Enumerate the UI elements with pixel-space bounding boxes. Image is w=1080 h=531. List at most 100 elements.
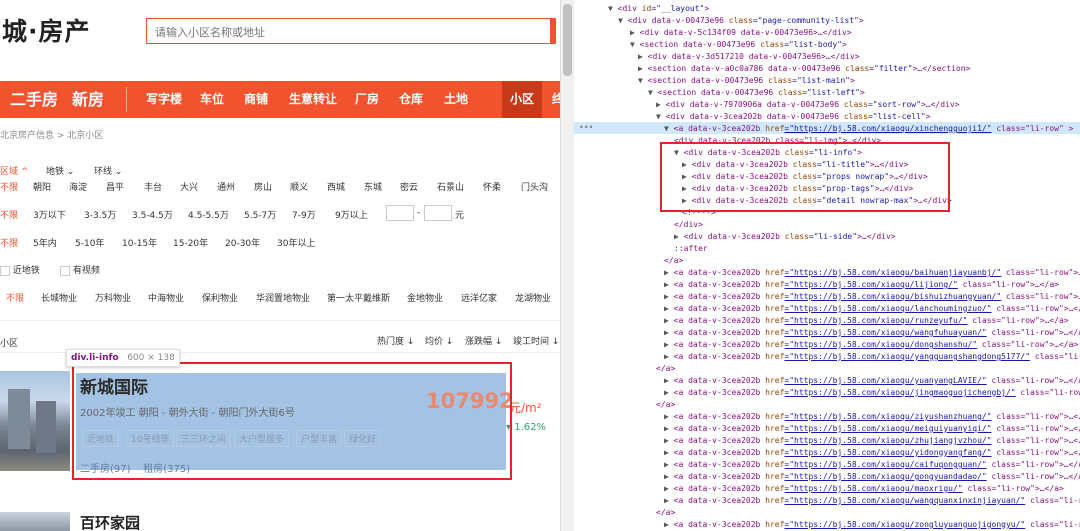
- filter-option[interactable]: 昌平: [106, 180, 124, 193]
- filter-option[interactable]: 5年内: [33, 236, 57, 249]
- nav-item-xiezilou[interactable]: 写字楼: [146, 81, 182, 118]
- filter-option[interactable]: 通州: [217, 180, 235, 193]
- filter-option[interactable]: 5.5-7万: [244, 208, 276, 221]
- filter-option[interactable]: 10-15年: [122, 236, 157, 249]
- dom-node-line[interactable]: </a>: [656, 507, 675, 519]
- dom-node-line[interactable]: ▼ <section data-v-00473e96 class="list-m…: [638, 75, 855, 87]
- dom-node-line[interactable]: ▶ <a data-v-3cea202b href="https://bj.58…: [664, 411, 1080, 423]
- dom-node-line[interactable]: ▶ <section data-v-a0c0a786 data-v-00473e…: [638, 63, 970, 75]
- filter-option[interactable]: 龙湖物业: [515, 291, 551, 304]
- breadcrumb[interactable]: 北京房产信息 > 北京小区: [0, 128, 103, 141]
- filter-option[interactable]: 20-30年: [225, 236, 260, 249]
- dom-node-line[interactable]: ▼ <section data-v-00473e96 class="list-l…: [648, 87, 865, 99]
- filter-option[interactable]: 西城: [327, 180, 345, 193]
- nav-item-tudi[interactable]: 土地: [444, 81, 468, 118]
- dom-node-line[interactable]: ▶ <a data-v-3cea202b href="https://bj.58…: [664, 315, 1069, 327]
- dom-node-line[interactable]: ▶ <a data-v-3cea202b href="https://bj.58…: [664, 291, 1080, 303]
- dom-node-line[interactable]: ▶ <a data-v-3cea202b href="https://bj.58…: [664, 387, 1080, 399]
- dom-node-line[interactable]: ▶ <a data-v-3cea202b href="https://bj.58…: [664, 435, 1080, 447]
- filter-option[interactable]: 不限: [0, 208, 18, 221]
- community-title-2[interactable]: 百环家园: [80, 512, 140, 531]
- dom-node-line[interactable]: </div>: [674, 219, 703, 231]
- filter-option[interactable]: 7-9万: [292, 208, 316, 221]
- filter-option[interactable]: 怀柔: [483, 180, 501, 193]
- ellipsis-icon[interactable]: •••: [579, 123, 593, 132]
- dom-node-line[interactable]: ▶ <a data-v-3cea202b href="https://bj.58…: [664, 303, 1080, 315]
- nav-item-shangpu[interactable]: 商铺: [244, 81, 268, 118]
- dom-node-line[interactable]: ▶ <a data-v-3cea202b href="https://bj.58…: [664, 519, 1080, 531]
- nav-item-xinfang[interactable]: 新房: [72, 81, 104, 118]
- video-checkbox[interactable]: 有视频: [60, 263, 100, 276]
- dom-node-line[interactable]: ▶ <a data-v-3cea202b href="https://bj.58…: [664, 423, 1080, 435]
- dom-node-line[interactable]: ▶ <a data-v-3cea202b href="https://bj.58…: [664, 339, 1078, 351]
- filter-option[interactable]: 3-3.5万: [84, 208, 116, 221]
- dom-node-line[interactable]: ▼ <div data-v-3cea202b data-v-00473e96 c…: [656, 111, 931, 123]
- dom-node-line[interactable]: </a>: [656, 399, 675, 411]
- nav-item-xiaoqu-active[interactable]: 小区: [502, 81, 542, 118]
- dom-node-line[interactable]: ▶ <a data-v-3cea202b href="https://bj.58…: [664, 327, 1080, 339]
- nav-item-changfang[interactable]: 厂房: [355, 81, 379, 118]
- filter-option[interactable]: 顺义: [290, 180, 308, 193]
- filter-option[interactable]: 中海物业: [148, 291, 184, 304]
- filter-option[interactable]: 石景山: [437, 180, 464, 193]
- subway-checkbox[interactable]: 近地铁: [0, 263, 40, 276]
- dom-node-line[interactable]: ▼ <div id="__layout">: [608, 3, 709, 15]
- dom-node-line[interactable]: ::after: [674, 243, 708, 255]
- filter-option[interactable]: 房山: [254, 180, 272, 193]
- nav-item-cut[interactable]: 终: [552, 81, 560, 118]
- dom-node-line[interactable]: ▶ <a data-v-3cea202b href="https://bj.58…: [664, 483, 1064, 495]
- filter-option[interactable]: 华润置地物业: [256, 291, 310, 304]
- nav-item-chewei[interactable]: 车位: [200, 81, 224, 118]
- filter-option[interactable]: 门头沟: [521, 180, 548, 193]
- search-button[interactable]: [550, 18, 556, 44]
- filter-option[interactable]: 3万以下: [33, 208, 66, 221]
- filter-option[interactable]: 9万以上: [335, 208, 368, 221]
- site-logo[interactable]: 城·房产: [2, 12, 91, 48]
- search-input[interactable]: [153, 20, 537, 44]
- filter-option[interactable]: 不限: [0, 180, 18, 193]
- dom-node-line[interactable]: ▶ <div data-v-5c134f09 data-v-00473e96>……: [630, 27, 852, 39]
- community-photo[interactable]: [0, 371, 70, 471]
- dom-node-line[interactable]: ▶ <a data-v-3cea202b href="https://bj.58…: [664, 495, 1080, 507]
- filter-option[interactable]: 东城: [364, 180, 382, 193]
- filter-option[interactable]: 不限: [6, 291, 24, 304]
- dom-node-line[interactable]: ▶ <div data-v-3d517210 data-v-00473e96>……: [638, 51, 860, 63]
- scrollbar-thumb[interactable]: [563, 4, 572, 76]
- filter-option[interactable]: 大兴: [180, 180, 198, 193]
- filter-option[interactable]: 15-20年: [173, 236, 208, 249]
- filter-option[interactable]: 金地物业: [407, 291, 443, 304]
- filter-option[interactable]: 不限: [0, 236, 18, 249]
- dom-node-line[interactable]: ▶ <a data-v-3cea202b href="https://bj.58…: [664, 459, 1080, 471]
- dom-node-line[interactable]: ▼ <a data-v-3cea202b href="https://bj.58…: [664, 123, 1073, 135]
- filter-option[interactable]: 海淀: [69, 180, 87, 193]
- dom-node-line[interactable]: </a>: [664, 255, 683, 267]
- price-max-input[interactable]: [424, 205, 452, 221]
- filter-option[interactable]: 5-10年: [75, 236, 104, 249]
- filter-option[interactable]: 3.5-4.5万: [132, 208, 173, 221]
- sort-hot[interactable]: 热门度 ↓: [377, 334, 414, 347]
- sort-price[interactable]: 均价 ↓: [425, 334, 453, 347]
- dom-node-line[interactable]: ▶ <a data-v-3cea202b href="https://bj.58…: [664, 267, 1080, 279]
- nav-item-ershoufang[interactable]: 二手房: [10, 81, 58, 118]
- filter-option[interactable]: 4.5-5.5万: [188, 208, 229, 221]
- dom-node-line[interactable]: ▶ <a data-v-3cea202b href="https://bj.58…: [664, 375, 1080, 387]
- filter-option[interactable]: 长城物业: [41, 291, 77, 304]
- nav-item-shengyi[interactable]: 生意转让: [289, 81, 337, 118]
- filter-option[interactable]: 30年以上: [277, 236, 315, 249]
- dom-node-line[interactable]: ▶ <a data-v-3cea202b href="https://bj.58…: [664, 471, 1080, 483]
- tab-ditie[interactable]: 地铁 ⌄: [46, 164, 74, 177]
- dom-node-line[interactable]: ▶ <div data-v-3cea202b class="li-side">……: [674, 231, 896, 243]
- dom-node-line[interactable]: ▼ <section data-v-00473e96 class="list-b…: [630, 39, 847, 51]
- filter-option[interactable]: 保利物业: [202, 291, 238, 304]
- dom-node-line[interactable]: </a>: [656, 363, 675, 375]
- dom-node-line[interactable]: ▼ <div data-v-00473e96 class="page-commu…: [618, 15, 864, 27]
- filter-option[interactable]: 远洋亿家: [461, 291, 497, 304]
- dom-node-line[interactable]: ▶ <a data-v-3cea202b href="https://bj.58…: [664, 351, 1080, 363]
- tab-huanxian[interactable]: 环线 ⌄: [94, 164, 122, 177]
- dom-node-line[interactable]: ▶ <div data-v-7970906a data-v-00473e96 c…: [656, 99, 959, 111]
- nav-item-cangku[interactable]: 仓库: [399, 81, 423, 118]
- filter-option[interactable]: 第一太平戴维斯: [327, 291, 390, 304]
- sort-change[interactable]: 涨跌幅 ↓: [465, 334, 502, 347]
- price-min-input[interactable]: [386, 205, 414, 221]
- dom-node-line[interactable]: ▶ <a data-v-3cea202b href="https://bj.58…: [664, 279, 1059, 291]
